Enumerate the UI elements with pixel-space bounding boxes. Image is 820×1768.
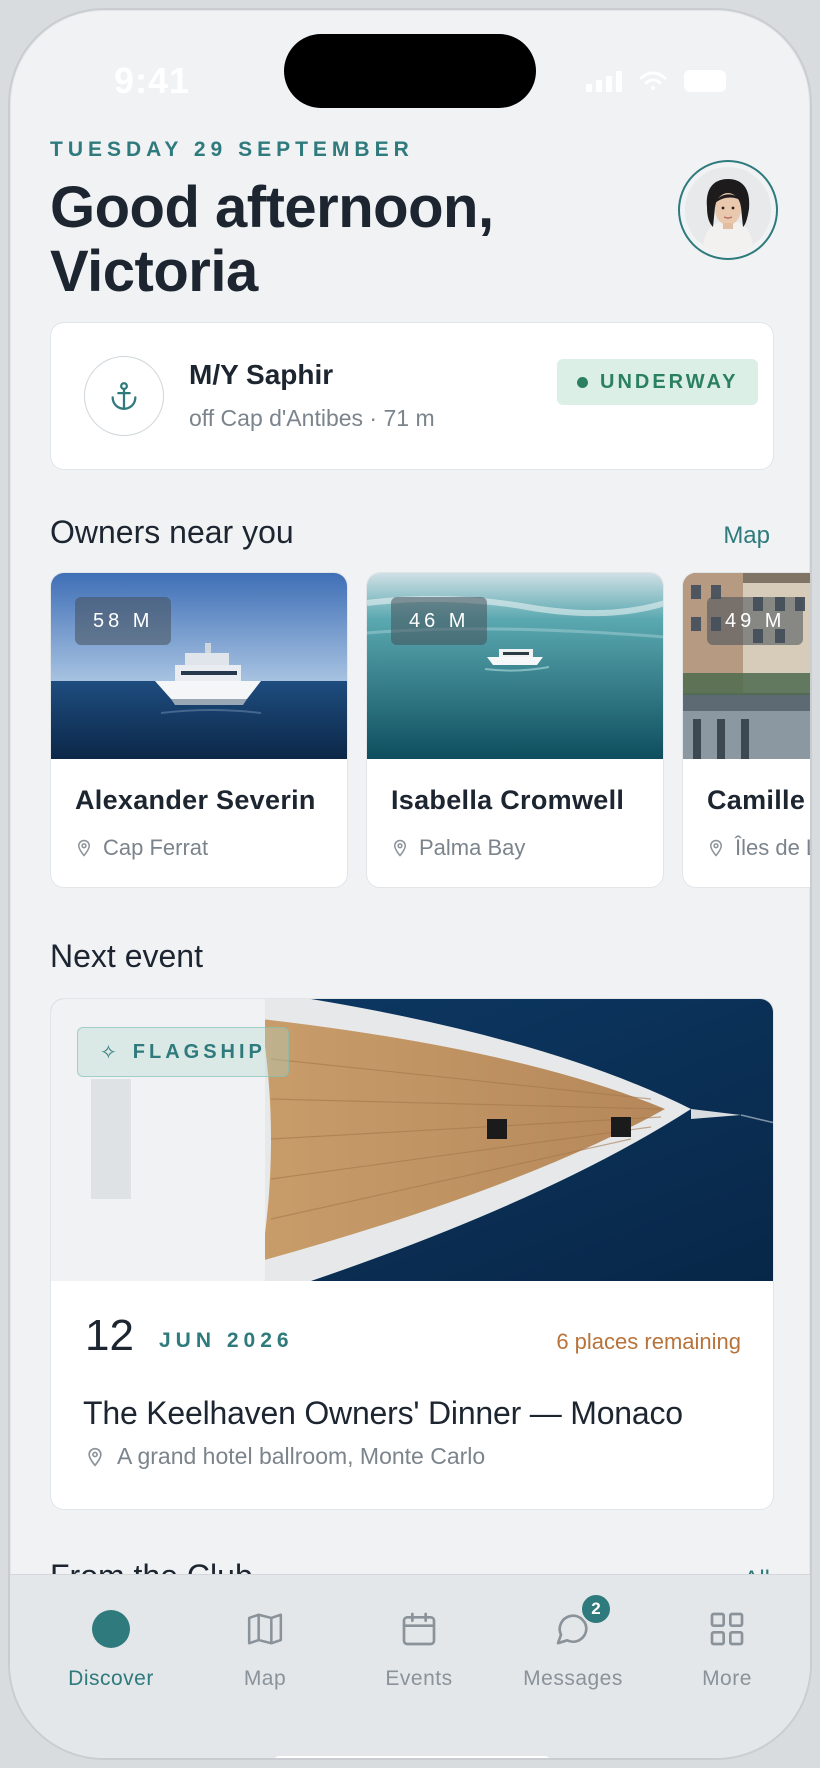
- tab-discover[interactable]: Discover: [34, 1605, 188, 1691]
- owner-location: Îles de L: [707, 835, 810, 861]
- scroll-content[interactable]: TUESDAY 29 SEPTEMBER Good afternoon, Vic…: [10, 10, 810, 1582]
- yacht-photo: 49 M: [683, 573, 810, 759]
- calendar-icon: [342, 1605, 496, 1653]
- phone-frame: TUESDAY 29 SEPTEMBER Good afternoon, Vic…: [8, 8, 812, 1760]
- tab-messages[interactable]: 2 Messages: [496, 1593, 650, 1691]
- status-time: 9:41: [114, 60, 191, 101]
- tab-events[interactable]: Events: [342, 1605, 496, 1691]
- tab-map[interactable]: Map: [188, 1605, 342, 1691]
- dynamic-island: [284, 34, 536, 108]
- owner-name: Isabella Cromwell: [391, 785, 625, 815]
- greeting-heading: Good afternoon, Victoria: [50, 176, 610, 304]
- yacht-photo: 46 M: [367, 573, 663, 759]
- owner-card[interactable]: 46 M Isabella Cromwell Palma Bay: [366, 572, 664, 888]
- owner-card[interactable]: 58 M Alexander Severin Cap Ferrat: [50, 572, 348, 888]
- status-badge: UNDERWAY: [557, 359, 759, 405]
- tab-label: Messages: [523, 1667, 623, 1690]
- avatar-photo: [685, 167, 771, 253]
- size-tag: 58 M: [75, 597, 172, 645]
- status-dot-icon: [577, 376, 588, 388]
- size-tag: 46 M: [391, 597, 488, 645]
- tab-label: Discover: [68, 1667, 154, 1690]
- vessel-location: off Cap d'Antibes · 71 m: [189, 405, 435, 431]
- map-icon: [188, 1605, 342, 1653]
- owner-card[interactable]: 49 M Camille D Îles de L: [682, 572, 810, 888]
- wifi-icon: [639, 71, 667, 90]
- event-card[interactable]: ✧ FLAGSHIP 12 JUN 2026 6 places remainin…: [50, 998, 774, 1510]
- tab-bar: Discover Map Events 2 Messages More: [10, 1574, 810, 1758]
- size-tag: 49 M: [707, 597, 804, 645]
- owner-location-text: Îles de L: [735, 835, 810, 860]
- pin-icon: [709, 839, 723, 857]
- anchor-icon: [84, 356, 164, 436]
- vessel-card[interactable]: M/Y Saphir off Cap d'Antibes · 71 m UNDE…: [50, 322, 774, 470]
- status-icons: [586, 70, 726, 92]
- greeting-line-1: Good afternoon,: [50, 175, 494, 240]
- grid-icon: [650, 1605, 804, 1653]
- owners-section-title: Owners near you: [50, 514, 294, 550]
- event-place-text: A grand hotel ballroom, Monte Carlo: [117, 1443, 486, 1469]
- yacht-photo: 58 M: [51, 573, 347, 759]
- pin-icon: [393, 839, 407, 857]
- battery-icon: [684, 70, 726, 92]
- owner-location: Cap Ferrat: [75, 835, 208, 861]
- event-photo: ✧ FLAGSHIP: [51, 999, 773, 1281]
- vessel-name: M/Y Saphir: [189, 359, 334, 390]
- tab-label: Map: [243, 1667, 287, 1690]
- owner-name: Camille D: [707, 785, 810, 815]
- signal-icon: [586, 70, 622, 92]
- chat-icon: [496, 1605, 650, 1653]
- status-bar: 9:41: [10, 10, 810, 140]
- event-section-title: Next event: [50, 938, 203, 974]
- event-place: A grand hotel ballroom, Monte Carlo: [85, 1443, 485, 1470]
- event-title: The Keelhaven Owners' Dinner — Monaco: [83, 1395, 683, 1431]
- pin-icon: [77, 839, 91, 857]
- tab-label: Events: [385, 1667, 453, 1690]
- owner-location-text: Cap Ferrat: [103, 835, 209, 860]
- owners-map-link[interactable]: Map: [723, 522, 770, 550]
- owner-location: Palma Bay: [391, 835, 525, 861]
- flagship-tag-text: FLAGSHIP: [132, 1040, 266, 1063]
- discover-icon: [34, 1605, 188, 1653]
- greeting-line-2: Victoria: [50, 239, 258, 304]
- event-day: 12: [85, 1311, 134, 1360]
- avatar[interactable]: [678, 160, 778, 260]
- home-indicator[interactable]: [274, 1756, 550, 1758]
- event-places-remaining: 6 places remaining: [556, 1329, 741, 1354]
- status-text: UNDERWAY: [600, 370, 739, 393]
- tab-more[interactable]: More: [650, 1605, 804, 1691]
- date-label: TUESDAY 29 SEPTEMBER: [50, 138, 414, 161]
- flagship-tag: ✧ FLAGSHIP: [77, 1027, 289, 1077]
- unread-badge: 2: [580, 1593, 612, 1625]
- event-month-year: JUN 2026: [159, 1329, 294, 1352]
- pin-icon: [88, 1447, 102, 1467]
- sparkle-icon: ✧: [100, 1041, 121, 1064]
- owner-name: Alexander Severin: [75, 785, 316, 815]
- owners-carousel[interactable]: 58 M Alexander Severin Cap Ferrat 46 M I…: [50, 572, 810, 888]
- tab-label: More: [702, 1667, 752, 1690]
- owner-location-text: Palma Bay: [419, 835, 526, 860]
